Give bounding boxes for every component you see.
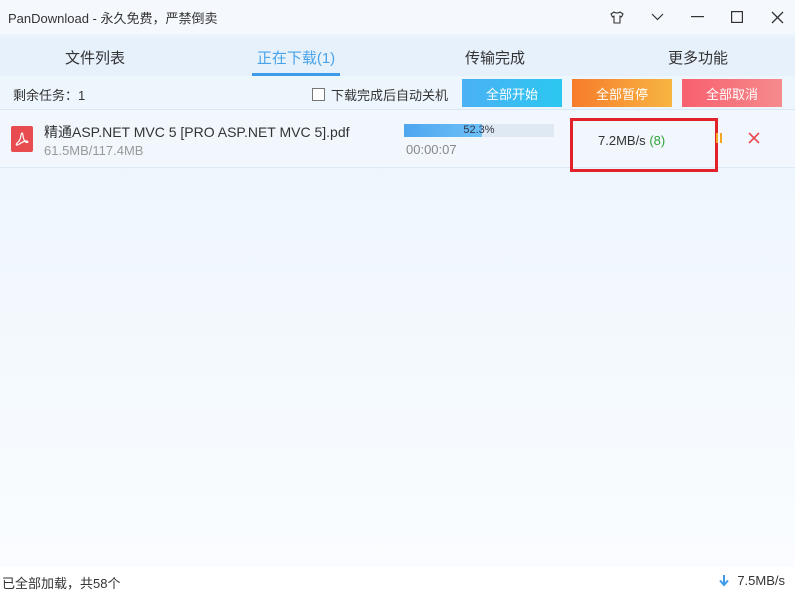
progress-bar: 52.3% xyxy=(404,124,554,137)
minimize-icon xyxy=(690,16,704,18)
close-icon xyxy=(771,11,783,23)
cancel-download-icon[interactable] xyxy=(747,131,761,145)
start-all-button[interactable]: 全部开始 xyxy=(462,79,562,107)
window-title: PanDownload - 永久免费，严禁倒卖 xyxy=(8,11,218,26)
file-name: 精通ASP.NET MVC 5 [PRO ASP.NET MVC 5].pdf xyxy=(44,124,350,140)
status-loaded-count: 已全部加载，共58个 xyxy=(2,576,121,591)
elapsed-time: 00:00:07 xyxy=(406,142,457,157)
total-speed-value: 7.5MB/s xyxy=(737,573,785,588)
remaining-tasks: 剩余任务：1 xyxy=(13,88,86,103)
pause-all-button[interactable]: 全部暂停 xyxy=(572,79,672,107)
progress-percent: 52.3% xyxy=(463,124,495,136)
shirt-skin-icon xyxy=(610,10,624,24)
menu-button[interactable] xyxy=(640,0,674,34)
cancel-all-button[interactable]: 全部取消 xyxy=(682,79,782,107)
chevron-down-icon xyxy=(651,13,663,21)
auto-shutdown-option[interactable]: 下载完成后自动关机 xyxy=(312,85,448,104)
download-arrow-icon xyxy=(719,574,730,587)
pdf-file-icon xyxy=(11,126,33,152)
auto-shutdown-checkbox[interactable] xyxy=(312,88,325,101)
maximize-icon xyxy=(731,11,743,23)
status-total-speed: 7.5MB/s xyxy=(719,573,785,588)
tab-downloading[interactable]: 正在下载(1) xyxy=(252,38,340,76)
maximize-button[interactable] xyxy=(720,0,754,34)
tab-bar: 文件列表 正在下载(1) 传输完成 更多功能 xyxy=(0,38,795,76)
tab-file-list[interactable]: 文件列表 xyxy=(0,38,190,76)
status-bar: 已全部加载，共58个 7.5MB/s xyxy=(0,567,795,595)
auto-shutdown-label: 下载完成后自动关机 xyxy=(331,88,449,103)
minimize-button[interactable] xyxy=(680,0,714,34)
skin-button[interactable] xyxy=(600,0,634,34)
close-window-button[interactable] xyxy=(760,0,794,34)
title-bar: PanDownload - 永久免费，严禁倒卖 xyxy=(0,0,795,34)
download-toolbar: 剩余任务：1 下载完成后自动关机 全部开始 全部暂停 全部取消 xyxy=(0,76,795,110)
tab-more-features[interactable]: 更多功能 xyxy=(603,38,793,76)
speed-highlight-box xyxy=(570,118,718,172)
tab-completed[interactable]: 传输完成 xyxy=(400,38,590,76)
pause-icon[interactable] xyxy=(716,133,724,143)
file-size: 61.5MB/117.4MB xyxy=(44,143,144,158)
